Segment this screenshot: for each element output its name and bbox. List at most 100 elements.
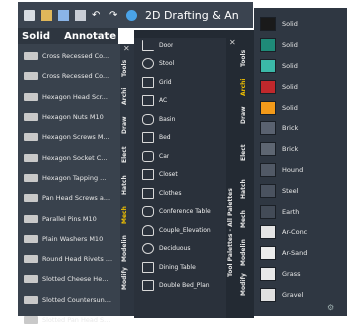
tab-hatch[interactable]: Hatch: [121, 174, 133, 196]
list-item[interactable]: Steel: [260, 180, 344, 201]
list-item[interactable]: Couple_Elevation: [142, 221, 224, 240]
tab-tools[interactable]: Tools: [121, 56, 133, 80]
tab-elect[interactable]: Elect: [121, 144, 133, 166]
list-item[interactable]: Hexagon Head Scr...: [18, 87, 118, 107]
list-item[interactable]: Solid: [260, 76, 344, 97]
list-item[interactable]: Hexagon Tapping ...: [18, 168, 118, 188]
tool-palette-mechanical: Cross Recessed Co... Cross Recessed Co..…: [18, 44, 134, 324]
list-item[interactable]: Door: [142, 36, 224, 55]
list-item[interactable]: Brick: [260, 118, 344, 139]
double-bed-icon: [142, 280, 154, 292]
list-item[interactable]: Solid: [260, 14, 344, 35]
undo-icon[interactable]: ↶: [92, 10, 103, 21]
list-item[interactable]: Bed: [142, 129, 224, 148]
list-item[interactable]: Stool: [142, 55, 224, 74]
list-item[interactable]: Hexagon Nuts M10: [18, 107, 118, 127]
list-item[interactable]: Deciduous: [142, 240, 224, 259]
list-item[interactable]: Grid: [142, 73, 224, 92]
list-item[interactable]: Pan Head Screws a...: [18, 188, 118, 208]
hatch-swatch: [260, 100, 276, 115]
dining-table-icon: [142, 261, 154, 273]
list-item[interactable]: Grass: [260, 264, 344, 285]
list-item[interactable]: Ar-Sand: [260, 243, 344, 264]
app-menu-icon[interactable]: [24, 9, 35, 21]
nut-icon: [24, 113, 38, 122]
tab-draw[interactable]: Draw: [240, 104, 252, 126]
save-icon[interactable]: [58, 9, 69, 21]
close-icon[interactable]: ✕: [123, 44, 130, 53]
list-item[interactable]: Cross Recessed Co...: [18, 66, 118, 86]
tool-palette-hatch: Solid Solid Solid Solid Solid Brick Bric…: [254, 8, 347, 316]
screw-icon: [24, 72, 38, 81]
list-item[interactable]: Solid: [260, 35, 344, 56]
tab-mech[interactable]: Mech: [121, 204, 133, 226]
settings-icon[interactable]: ⚙: [327, 303, 341, 315]
list-item[interactable]: Hexagon Socket C...: [18, 147, 118, 167]
list-item[interactable]: Hexagon Screws M...: [18, 127, 118, 147]
list-item[interactable]: Solid: [260, 56, 344, 77]
screw-icon: [24, 173, 38, 182]
screw-icon: [24, 133, 38, 142]
hatch-swatch: [260, 121, 276, 136]
pin-icon: [24, 214, 38, 223]
workspace-title[interactable]: 2D Drafting & An: [145, 9, 239, 22]
close-icon[interactable]: ✕: [229, 38, 236, 47]
list-item[interactable]: Solid: [260, 97, 344, 118]
list-item[interactable]: Ar-Conc: [260, 222, 344, 243]
tab-solid[interactable]: Solid: [22, 31, 50, 42]
list-item[interactable]: Car: [142, 147, 224, 166]
print-icon[interactable]: [75, 9, 86, 21]
tab-modify[interactable]: Modify: [121, 266, 133, 292]
hatch-swatch: [260, 17, 276, 32]
screw-icon: [24, 275, 38, 284]
list-item[interactable]: Brick: [260, 139, 344, 160]
hatch-swatch: [260, 204, 276, 219]
screw-icon: [24, 52, 38, 61]
tab-hatch[interactable]: Hatch: [240, 178, 252, 200]
basin-icon: [142, 113, 154, 125]
car-icon: [142, 150, 154, 162]
hatch-swatch: [260, 58, 276, 73]
hatch-swatch: [260, 38, 276, 53]
hatch-swatch: [260, 162, 276, 177]
stool-icon: [142, 58, 154, 70]
tab-draw[interactable]: Draw: [121, 114, 133, 136]
list-item[interactable]: Hound: [260, 160, 344, 181]
hatch-swatch: [260, 266, 276, 281]
screw-icon: [24, 92, 38, 101]
tab-tools[interactable]: Tools: [240, 46, 252, 70]
list-item[interactable]: Dining Table: [142, 258, 224, 277]
list-item[interactable]: Slotted Countersun...: [18, 290, 118, 310]
list-item[interactable]: AC: [142, 92, 224, 111]
list-item[interactable]: Earth: [260, 201, 344, 222]
open-file-icon[interactable]: [41, 9, 52, 21]
tab-modify[interactable]: Modify: [240, 272, 252, 298]
list-item[interactable]: Plain Washers M10: [18, 229, 118, 249]
hatch-swatch: [260, 79, 276, 94]
workspace-icon[interactable]: [126, 9, 137, 21]
ac-icon: [142, 95, 154, 107]
tab-modelin[interactable]: Modelin: [240, 238, 252, 268]
list-item[interactable]: Conference Table: [142, 203, 224, 222]
hatch-swatch: [260, 183, 276, 198]
list-item[interactable]: Parallel Pins M10: [18, 208, 118, 228]
tree-icon: [142, 243, 154, 255]
list-item[interactable]: Round Head Rivets ...: [18, 249, 118, 269]
tab-elect[interactable]: Elect: [240, 142, 252, 164]
rivet-icon: [24, 255, 38, 264]
list-item[interactable]: Slotted Pan Head S...: [18, 310, 118, 330]
list-item[interactable]: Clothes: [142, 184, 224, 203]
tab-archi[interactable]: Archi: [240, 74, 252, 100]
tab-annotate[interactable]: Annotate: [64, 31, 116, 42]
tab-modelin[interactable]: Modelin: [121, 234, 133, 264]
list-item[interactable]: Double Bed_Plan: [142, 277, 224, 296]
list-item[interactable]: Closet: [142, 166, 224, 185]
list-item[interactable]: Cross Recessed Co...: [18, 46, 118, 66]
list-item[interactable]: Basin: [142, 110, 224, 129]
tab-archi[interactable]: Archi: [121, 84, 133, 108]
list-item[interactable]: Slotted Cheese He...: [18, 269, 118, 289]
palette-tab-strip: ✕ Tools Archi Draw Elect Hatch Mech Mode…: [120, 44, 134, 316]
screw-icon: [24, 194, 38, 203]
redo-icon[interactable]: ↷: [109, 10, 120, 21]
tab-mech[interactable]: Mech: [240, 208, 252, 230]
